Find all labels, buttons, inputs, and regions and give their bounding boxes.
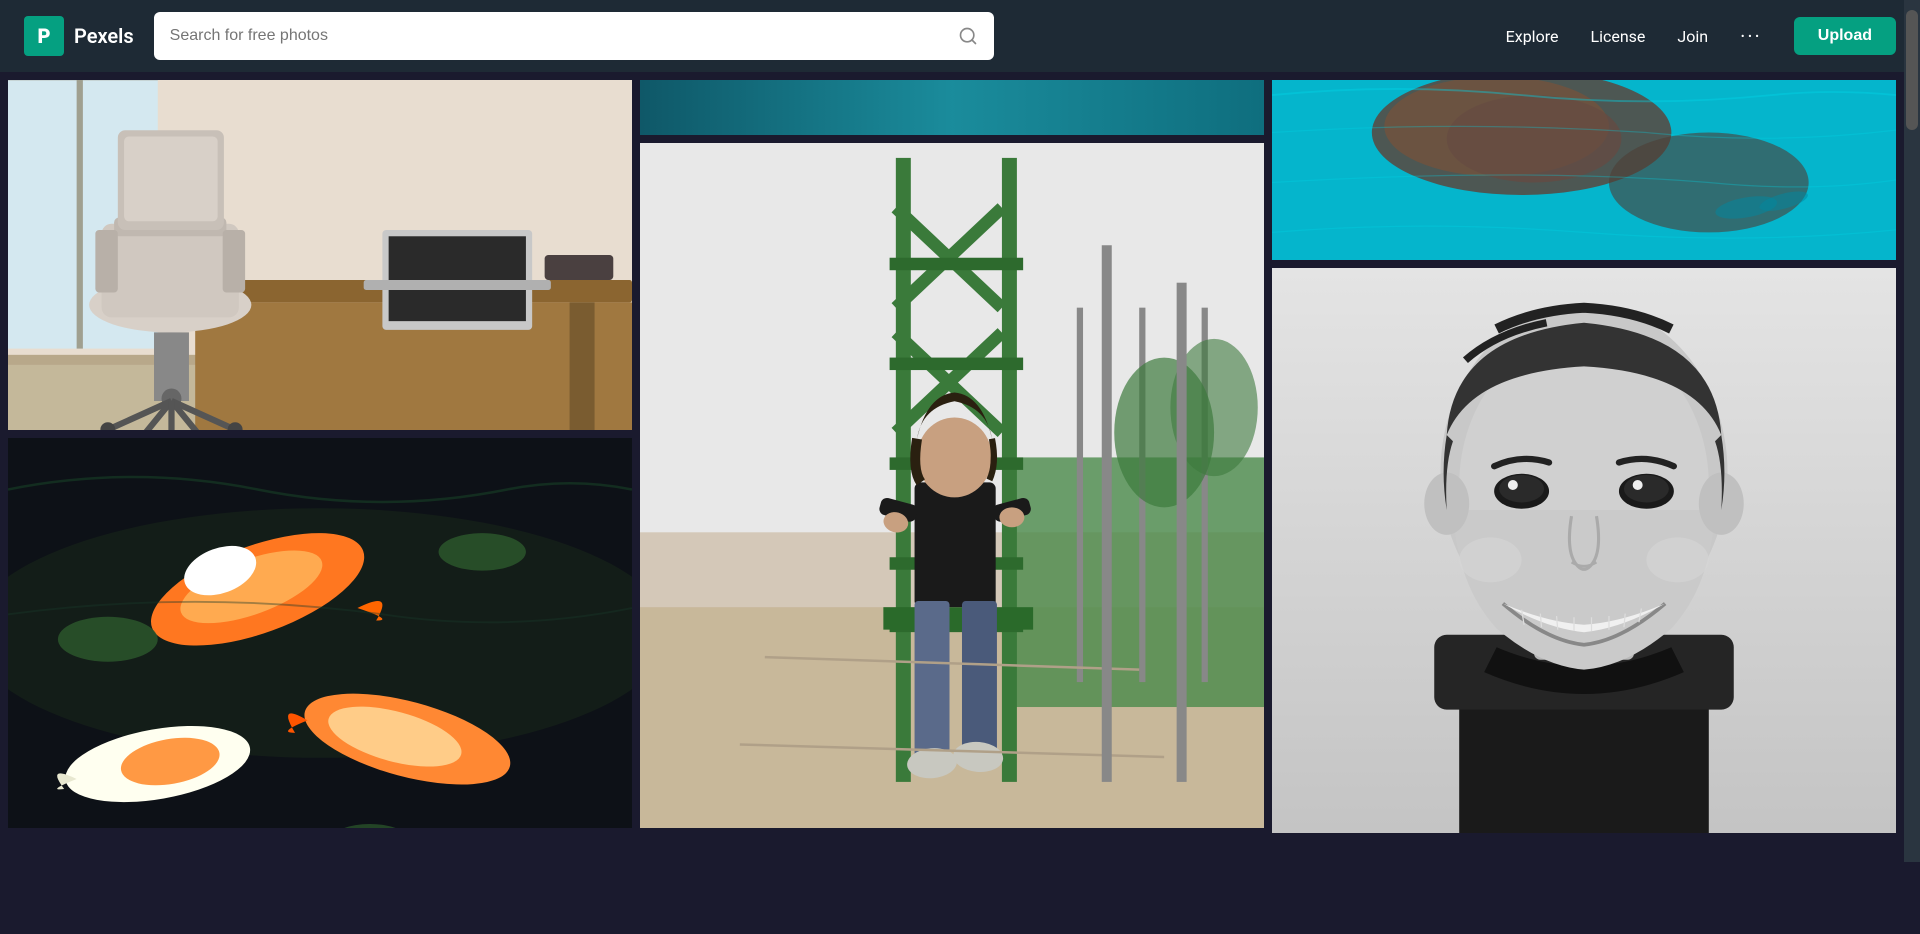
photo-office-chair[interactable] [8, 80, 632, 430]
more-menu-button[interactable]: ··· [1740, 24, 1762, 48]
nav-item-explore[interactable]: Explore [1506, 27, 1559, 46]
nav-item-join[interactable]: Join [1677, 27, 1708, 46]
photo-koi-fish[interactable] [8, 438, 632, 828]
photo-column-3 [1272, 80, 1896, 833]
photo-woman-ladder[interactable] [640, 143, 1264, 828]
photo-teal-header[interactable] [640, 80, 1264, 135]
search-input[interactable] [170, 27, 948, 45]
scrollbar[interactable] [1904, 0, 1920, 862]
logo-icon[interactable]: P [24, 16, 64, 56]
search-button[interactable] [958, 26, 978, 46]
photo-column-2 [640, 80, 1264, 833]
scrollbar-thumb [1906, 10, 1918, 130]
search-bar [154, 12, 994, 60]
photo-teal-texture[interactable] [1272, 80, 1896, 260]
photo-young-man[interactable] [1272, 268, 1896, 833]
upload-button[interactable]: Upload [1794, 17, 1896, 55]
photo-grid [0, 72, 1904, 841]
nav-item-license[interactable]: License [1590, 27, 1645, 46]
brand-name: Pexels [74, 24, 134, 48]
header: P Pexels Explore License Join ··· Upload [0, 0, 1920, 72]
photo-column-1 [8, 80, 632, 833]
logo-area: P Pexels [24, 16, 134, 56]
header-nav: Explore License Join ··· Upload [1506, 17, 1896, 55]
main-content [0, 72, 1904, 841]
